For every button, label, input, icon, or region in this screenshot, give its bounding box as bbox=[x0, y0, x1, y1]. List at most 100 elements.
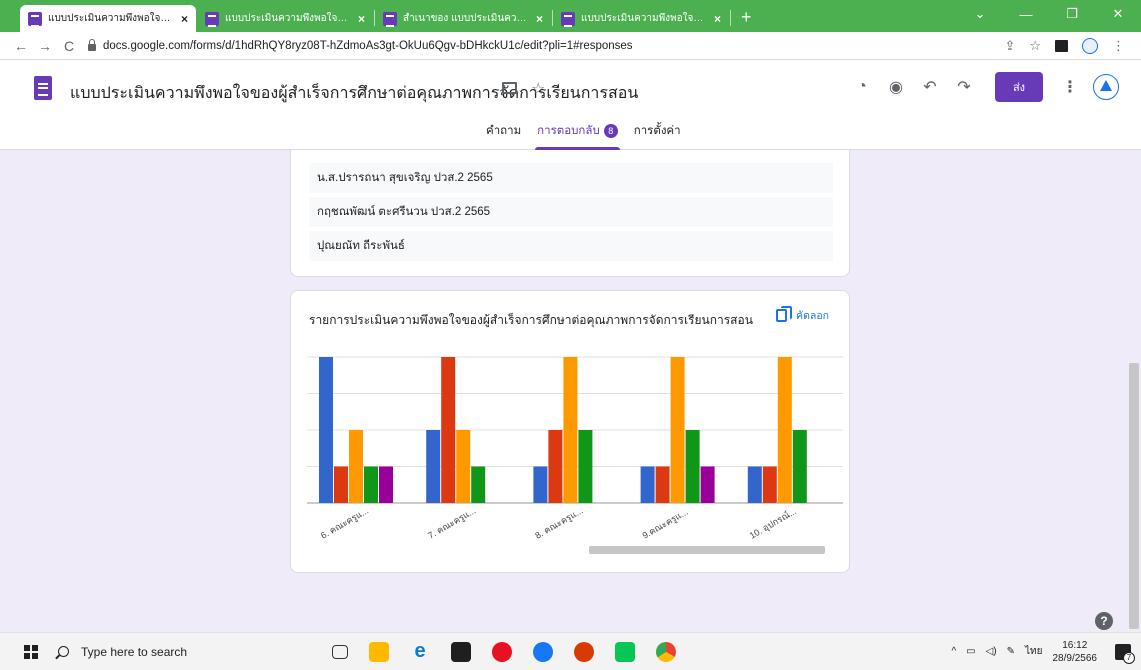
taskbar-apps: e bbox=[332, 640, 676, 662]
palette-icon[interactable]: ◔ bbox=[845, 78, 879, 96]
browser-tab-bar: แบบประเมินความพึงพอใจของผู้สำเร็จก × แบบ… bbox=[0, 0, 1141, 32]
tray-expand-icon[interactable]: ^ bbox=[951, 646, 956, 657]
chart-bar bbox=[777, 357, 792, 503]
side-panel-icon[interactable] bbox=[1055, 39, 1068, 52]
profile-avatar[interactable] bbox=[1082, 37, 1098, 54]
taskbar-search-input[interactable]: Type here to search bbox=[58, 633, 326, 670]
tab-close-icon[interactable]: × bbox=[358, 12, 365, 26]
tab-close-icon[interactable]: × bbox=[536, 12, 543, 26]
chart-bar bbox=[379, 466, 393, 503]
chart-bar bbox=[533, 466, 548, 503]
undo-icon[interactable]: ↶ bbox=[913, 77, 947, 97]
chart-bar bbox=[471, 466, 486, 503]
chart-bar bbox=[762, 466, 777, 503]
chart-bar bbox=[319, 357, 333, 503]
star-icon[interactable]: ☆ bbox=[531, 79, 545, 99]
tab-title: แบบประเมินความพึงพอใจของสถานประ bbox=[225, 13, 352, 24]
address-bar: ← → C docs.google.com/forms/d/1hdRhQY8ry… bbox=[0, 32, 1141, 60]
name-responses-card: น.ส.ปรารถนา สุขเจริญ ปวส.2 2565 กฤชณพัฒน… bbox=[290, 150, 850, 277]
task-view-icon[interactable] bbox=[332, 644, 348, 659]
forms-favicon-icon bbox=[28, 11, 42, 27]
pen-icon[interactable]: ✎ bbox=[1007, 646, 1015, 657]
minimize-button[interactable]: — bbox=[1003, 7, 1049, 22]
list-item: กฤชณพัฒน์ ตะศรีนวน ปวส.2 2565 bbox=[309, 197, 833, 227]
tab-label: คำถาม bbox=[486, 125, 522, 137]
x-tick-label: 10. อุปกรณ์... bbox=[747, 505, 798, 542]
copy-button[interactable]: คัดลอก bbox=[776, 306, 829, 324]
chart-bar bbox=[792, 430, 807, 503]
chart-bar bbox=[426, 430, 441, 503]
facebook-icon[interactable] bbox=[533, 641, 553, 662]
new-tab-button[interactable]: + bbox=[731, 7, 762, 32]
chart-title: รายการประเมินความพึงพอใจของผู้สำเร็จการศ… bbox=[309, 313, 753, 327]
chart-bar bbox=[655, 466, 670, 503]
more-options-icon[interactable]: ⋮ bbox=[1061, 77, 1079, 97]
tab-title: สำเนาของ แบบประเมินความพึงพอใจข bbox=[403, 13, 530, 24]
bar-chart: 6. คณะครูแ... 7. คณะครูแ... 8. คณะครูแ... 9… bbox=[307, 356, 843, 542]
url-input[interactable]: docs.google.com/forms/d/1hdRhQY8ryz08T-h… bbox=[88, 35, 1004, 57]
tab-questions[interactable]: คำถาม bbox=[478, 118, 529, 150]
send-button[interactable]: ส่ง bbox=[995, 72, 1043, 102]
help-icon[interactable]: ? bbox=[1095, 612, 1113, 630]
forms-favicon-icon bbox=[205, 11, 219, 27]
close-window-button[interactable]: ✕ bbox=[1095, 6, 1141, 22]
x-tick-label: 8. คณะครูแ... bbox=[533, 505, 585, 541]
reload-button[interactable]: C bbox=[58, 38, 80, 54]
tab-label: การตั้งค่า bbox=[633, 125, 681, 137]
powerpoint-icon[interactable] bbox=[574, 641, 594, 662]
lock-icon bbox=[88, 39, 96, 51]
browser-tab[interactable]: สำเนาของ แบบประเมินความพึงพอใจข × bbox=[375, 5, 551, 32]
list-item: น.ส.ปรารถนา สุขเจริญ ปวส.2 2565 bbox=[309, 163, 833, 193]
volume-icon[interactable]: ◁) bbox=[986, 646, 997, 657]
preview-eye-icon[interactable]: ◉ bbox=[879, 77, 913, 97]
chart-bar bbox=[349, 430, 363, 503]
maximize-button[interactable]: ❐ bbox=[1049, 6, 1095, 22]
line-app-icon[interactable] bbox=[615, 641, 635, 662]
account-avatar[interactable] bbox=[1093, 74, 1119, 100]
redo-icon[interactable]: ↷ bbox=[947, 77, 981, 97]
chrome-browser-icon[interactable] bbox=[656, 641, 676, 662]
taskbar-clock[interactable]: 16:12 28/9/2566 bbox=[1053, 639, 1098, 665]
browser-menu-icon[interactable]: ⋮ bbox=[1112, 38, 1125, 54]
opera-browser-icon[interactable] bbox=[492, 641, 512, 662]
tab-settings[interactable]: การตั้งค่า bbox=[626, 118, 689, 150]
responses-content: น.ส.ปรารถนา สุขเจริญ ปวส.2 2565 กฤชณพัฒน… bbox=[0, 150, 1141, 632]
form-title[interactable]: แบบประเมินความพึงพอใจของผู้สำเร็จการศึกษ… bbox=[70, 81, 638, 106]
window-controls: ⌄ — ❐ ✕ bbox=[957, 0, 1141, 28]
notification-center-icon[interactable]: 7 bbox=[1115, 643, 1135, 664]
language-indicator[interactable]: ไทย bbox=[1025, 644, 1042, 659]
form-tabs: คำถาม การตอบกลับ 8 การตั้งค่า bbox=[478, 118, 689, 150]
back-button[interactable]: ← bbox=[10, 38, 32, 54]
battery-icon[interactable]: ▭ bbox=[966, 646, 975, 657]
tab-responses[interactable]: การตอบกลับ 8 bbox=[529, 118, 626, 150]
tab-close-icon[interactable]: × bbox=[714, 12, 721, 26]
system-tray: ^ ▭ ◁) ✎ ไทย 16:12 28/9/2566 7 bbox=[951, 639, 1135, 665]
mail-icon[interactable] bbox=[451, 641, 471, 662]
bookmark-star-icon[interactable]: ☆ bbox=[1029, 38, 1041, 54]
forms-logo-icon[interactable] bbox=[34, 76, 52, 100]
title-actions: ☆ bbox=[502, 79, 545, 99]
share-icon[interactable]: ⇪ bbox=[1004, 38, 1015, 54]
tab-search-icon[interactable]: ⌄ bbox=[957, 6, 1003, 22]
edge-browser-icon[interactable]: e bbox=[410, 640, 430, 662]
browser-tab[interactable]: แบบประเมินความพึงพอใจของผู้ปกครอ × bbox=[553, 5, 729, 32]
tab-close-icon[interactable]: × bbox=[181, 12, 188, 26]
browser-tab-active[interactable]: แบบประเมินความพึงพอใจของผู้สำเร็จก × bbox=[20, 5, 196, 32]
chart-bar bbox=[747, 466, 762, 503]
page-vertical-scrollbar[interactable] bbox=[1129, 363, 1139, 629]
chart-card: รายการประเมินความพึงพอใจของผู้สำเร็จการศ… bbox=[290, 290, 850, 573]
windows-taskbar: Type here to search e ^ ▭ ◁) ✎ ไทย 16:12… bbox=[0, 632, 1141, 670]
responses-count-badge: 8 bbox=[603, 124, 618, 138]
file-explorer-icon[interactable] bbox=[369, 641, 389, 662]
x-tick-label: 9.คณะครูแ... bbox=[641, 507, 691, 542]
clock-time: 16:12 bbox=[1062, 639, 1088, 651]
list-item: ปุณยณัท ถีระพันธ์ bbox=[309, 231, 833, 261]
clock-date: 28/9/2566 bbox=[1052, 652, 1098, 664]
forward-button[interactable]: → bbox=[34, 38, 56, 54]
chart-horizontal-scrollbar[interactable] bbox=[589, 546, 825, 554]
search-placeholder: Type here to search bbox=[81, 644, 188, 659]
browser-tab[interactable]: แบบประเมินความพึงพอใจของสถานประ × bbox=[197, 5, 373, 32]
windows-start-icon[interactable] bbox=[24, 644, 38, 659]
chart-bar bbox=[334, 466, 348, 503]
folder-icon[interactable] bbox=[502, 82, 517, 94]
